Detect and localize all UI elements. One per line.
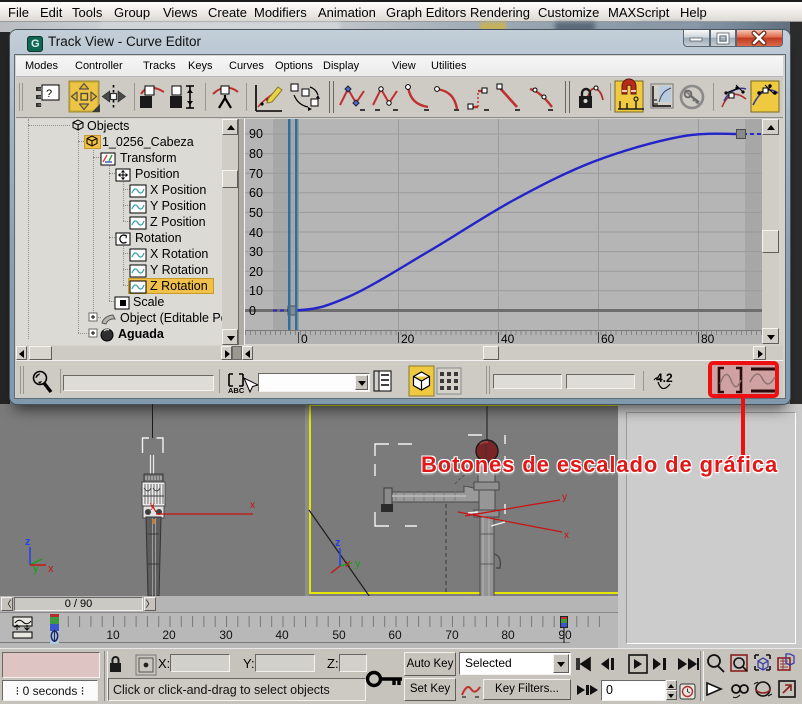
svg-text:x: x	[345, 558, 351, 570]
svg-text:z: z	[25, 536, 31, 548]
svg-text:80: 80	[501, 628, 515, 642]
svg-text:20: 20	[401, 332, 415, 344]
svg-text:80: 80	[701, 332, 715, 344]
svg-text:20: 20	[162, 628, 176, 642]
svg-text:y: y	[355, 558, 361, 570]
svg-text:y: y	[150, 500, 155, 510]
svg-text:x: x	[564, 530, 569, 541]
svg-text:20: 20	[249, 265, 263, 279]
svg-text:60: 60	[388, 628, 402, 642]
svg-text:x: x	[250, 500, 255, 511]
svg-text:y: y	[562, 492, 567, 503]
svg-text:x: x	[48, 563, 54, 575]
svg-text:30: 30	[249, 245, 263, 259]
svg-text:?: ?	[46, 88, 52, 100]
svg-text:60: 60	[249, 186, 263, 200]
svg-text:y: y	[33, 563, 39, 575]
svg-text:50: 50	[249, 206, 263, 220]
svg-text:80: 80	[249, 147, 263, 161]
svg-text:70: 70	[249, 167, 263, 181]
svg-text:90: 90	[558, 628, 572, 642]
svg-text:40: 40	[275, 628, 289, 642]
svg-text:0: 0	[249, 304, 256, 318]
svg-text:10: 10	[249, 284, 263, 298]
svg-text:0: 0	[301, 332, 308, 344]
svg-text:30: 30	[219, 628, 233, 642]
svg-text:90: 90	[249, 127, 263, 141]
svg-text:z: z	[335, 537, 341, 549]
svg-text:10: 10	[106, 628, 120, 642]
svg-text:40: 40	[249, 226, 263, 240]
svg-text:60: 60	[601, 332, 615, 344]
svg-text:40: 40	[501, 332, 515, 344]
svg-text:ABC: ABC	[228, 386, 245, 395]
svg-text:70: 70	[445, 628, 459, 642]
svg-text:50: 50	[332, 628, 346, 642]
